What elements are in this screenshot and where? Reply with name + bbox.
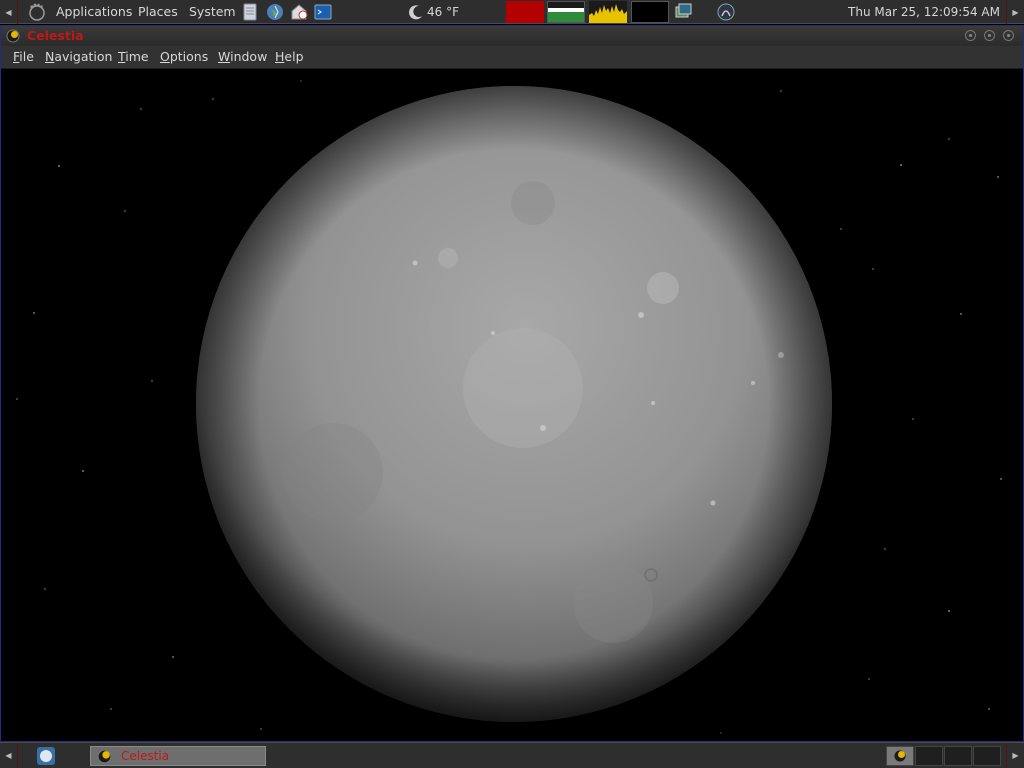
menu-options[interactable]: Options (160, 46, 208, 68)
network-monitor-applet[interactable] (547, 1, 585, 23)
celestia-icon (893, 749, 907, 763)
celestia-window: Celestia File Navigation Time Options Wi… (0, 25, 1024, 742)
places-menu[interactable]: Places (138, 0, 178, 24)
menu-window[interactable]: Window (218, 46, 267, 68)
applications-menu[interactable]: Applications (56, 0, 132, 24)
panel-hide-right-arrow[interactable]: ▶ (1006, 0, 1024, 24)
workspace-1[interactable] (886, 746, 914, 766)
menu-navigation[interactable]: Navigation (45, 46, 112, 68)
notes-icon[interactable] (240, 2, 260, 22)
gnome-foot-icon[interactable] (26, 2, 46, 22)
bottom-panel-hide-right-arrow[interactable]: ▶ (1006, 743, 1024, 768)
memory-monitor-applet[interactable] (589, 1, 627, 23)
taskbar-item-celestia[interactable]: Celestia (90, 746, 266, 766)
system-menu[interactable]: System (189, 0, 236, 24)
minimize-button[interactable] (965, 30, 976, 41)
top-panel: ◀ Applications Places System 46 °F Thu M… (0, 0, 1024, 24)
panel-hide-left-arrow[interactable]: ◀ (0, 0, 18, 24)
celestia-icon (97, 749, 112, 764)
menu-help[interactable]: Help (275, 46, 304, 68)
space-viewport[interactable] (1, 69, 1023, 741)
cpu-monitor-applet[interactable] (506, 1, 544, 23)
bottom-panel-hide-left-arrow[interactable]: ◀ (0, 743, 18, 768)
menu-file[interactable]: File (13, 46, 34, 68)
taskbar-item-label: Celestia (121, 749, 170, 763)
mail-clock-icon[interactable] (289, 2, 309, 22)
load-monitor-applet[interactable] (631, 1, 669, 23)
close-button[interactable] (1003, 30, 1014, 41)
window-titlebar[interactable]: Celestia (1, 26, 1023, 46)
maximize-button[interactable] (984, 30, 995, 41)
weather-temperature[interactable]: 46 °F (427, 0, 459, 24)
celestia-icon[interactable] (6, 29, 20, 43)
workspace-3[interactable] (944, 746, 972, 766)
workspace-4[interactable] (973, 746, 1001, 766)
network-status-icon[interactable] (716, 2, 736, 22)
panel-clock[interactable]: Thu Mar 25, 12:09:54 AM (848, 0, 1000, 24)
moon-icon[interactable] (408, 4, 424, 20)
mercury-planet[interactable] (193, 83, 835, 725)
workspace-switcher-icon[interactable] (673, 2, 693, 22)
window-title: Celestia (27, 28, 84, 43)
web-browser-icon[interactable] (265, 2, 285, 22)
terminal-icon[interactable] (313, 2, 333, 22)
workspace-2[interactable] (915, 746, 943, 766)
menubar: File Navigation Time Options Window Help (1, 46, 1023, 69)
menu-time[interactable]: Time (118, 46, 149, 68)
bottom-panel: ◀ Celestia ▶ (0, 742, 1024, 768)
show-desktop-icon[interactable] (36, 746, 56, 766)
